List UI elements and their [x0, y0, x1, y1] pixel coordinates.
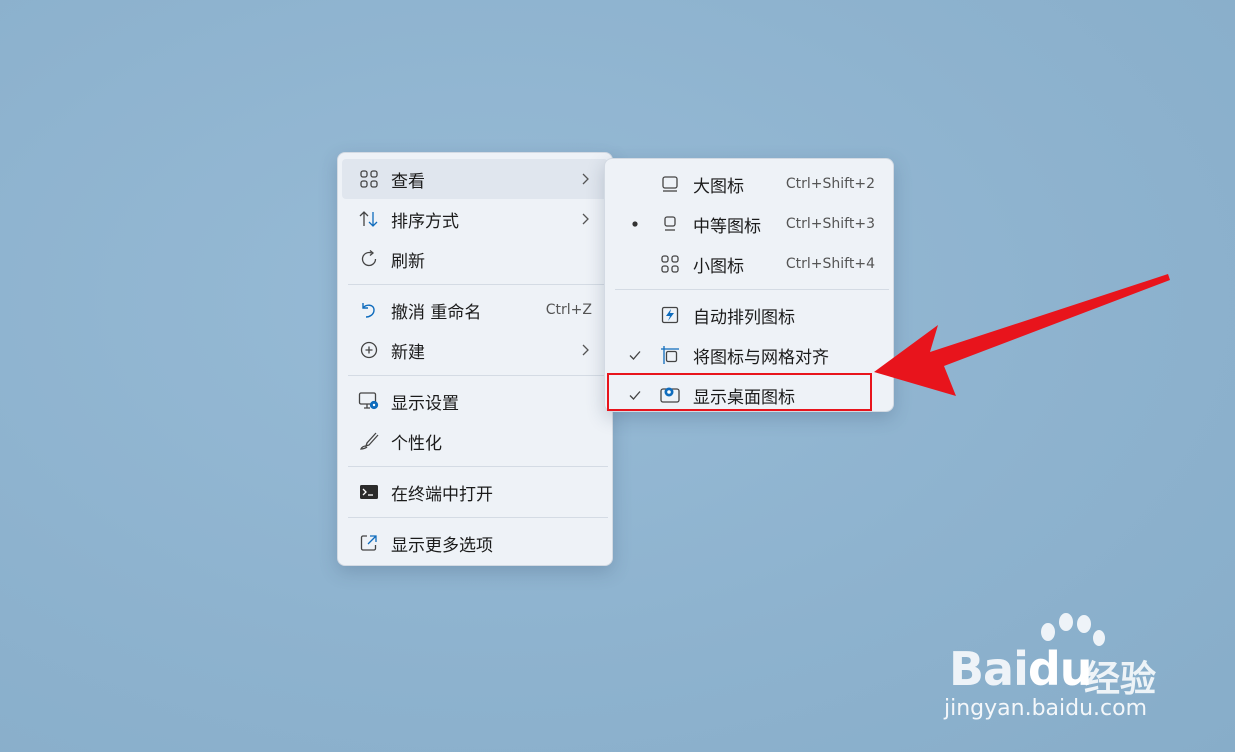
menu-separator [348, 375, 608, 376]
terminal-icon [358, 482, 380, 502]
menu-item-new[interactable]: 新建 [342, 330, 608, 370]
medium-icons-icon [659, 214, 681, 234]
submenu-item-align-to-grid[interactable]: 将图标与网格对齐 [609, 335, 889, 375]
chevron-right-icon [578, 171, 592, 187]
brush-icon [358, 431, 380, 451]
submenu-item-medium-icons[interactable]: 中等图标 Ctrl+Shift+3 [609, 204, 889, 244]
menu-item-label: 撤消 重命名 [391, 302, 482, 323]
view-grid-icon [358, 169, 380, 189]
menu-item-label: 在终端中打开 [391, 484, 493, 505]
submenu-item-label: 大图标 [693, 176, 744, 197]
bullet-icon [627, 216, 643, 232]
submenu-item-large-icons[interactable]: 大图标 Ctrl+Shift+2 [609, 164, 889, 204]
auto-arrange-icon [659, 305, 681, 325]
refresh-icon [358, 249, 380, 269]
watermark-url: jingyan.baidu.com [944, 696, 1148, 721]
sort-arrows-icon [358, 209, 380, 229]
menu-item-label: 显示设置 [391, 393, 459, 414]
menu-separator [348, 284, 608, 285]
menu-item-personalize[interactable]: 个性化 [342, 421, 608, 461]
small-icons-icon [659, 254, 681, 274]
annotation-highlight-box [607, 373, 872, 411]
watermark-cn-text: 经验 [1084, 659, 1157, 700]
shortcut-text: Ctrl+Shift+4 [785, 256, 875, 272]
display-settings-icon [358, 391, 380, 411]
submenu-item-label: 将图标与网格对齐 [693, 347, 829, 368]
menu-separator [348, 466, 608, 467]
menu-item-label: 新建 [391, 342, 425, 363]
menu-separator [348, 517, 608, 518]
desktop-context-menu: 查看 排序方式 刷新 撤消 重命名 Ctrl+Z 新建 显示设置 个性化 在终端… [337, 152, 613, 566]
menu-item-show-more-options[interactable]: 显示更多选项 [342, 523, 608, 563]
menu-item-label: 显示更多选项 [391, 535, 493, 556]
chevron-right-icon [578, 211, 592, 227]
watermark-brand: Baidu [949, 642, 1093, 696]
align-grid-icon [659, 345, 681, 365]
shortcut-text: Ctrl+Z [545, 302, 592, 318]
menu-item-display-settings[interactable]: 显示设置 [342, 381, 608, 421]
shortcut-text: Ctrl+Shift+3 [785, 216, 875, 232]
menu-item-label: 查看 [391, 171, 425, 192]
menu-item-label: 个性化 [391, 433, 442, 454]
menu-item-view[interactable]: 查看 [342, 159, 608, 199]
submenu-item-small-icons[interactable]: 小图标 Ctrl+Shift+4 [609, 244, 889, 284]
menu-item-open-in-terminal[interactable]: 在终端中打开 [342, 472, 608, 512]
chevron-right-icon [578, 342, 592, 358]
annotation-arrow-icon [874, 274, 1170, 396]
large-icons-icon [659, 174, 681, 194]
shortcut-text: Ctrl+Shift+2 [785, 176, 875, 192]
new-plus-icon [358, 340, 380, 360]
submenu-item-label: 自动排列图标 [693, 307, 795, 328]
submenu-item-label: 小图标 [693, 256, 744, 277]
checkmark-icon [627, 347, 643, 363]
menu-item-undo-rename[interactable]: 撤消 重命名 Ctrl+Z [342, 290, 608, 330]
menu-item-refresh[interactable]: 刷新 [342, 239, 608, 279]
undo-icon [358, 300, 380, 320]
submenu-item-label: 中等图标 [693, 216, 761, 237]
menu-item-label: 排序方式 [391, 211, 459, 232]
more-options-icon [358, 533, 380, 553]
menu-item-sort-by[interactable]: 排序方式 [342, 199, 608, 239]
baidu-watermark: Baidu 经验 jingyan.baidu.com [944, 612, 1194, 732]
menu-item-label: 刷新 [391, 251, 425, 272]
submenu-item-auto-arrange[interactable]: 自动排列图标 [609, 295, 889, 335]
menu-separator [615, 289, 889, 290]
